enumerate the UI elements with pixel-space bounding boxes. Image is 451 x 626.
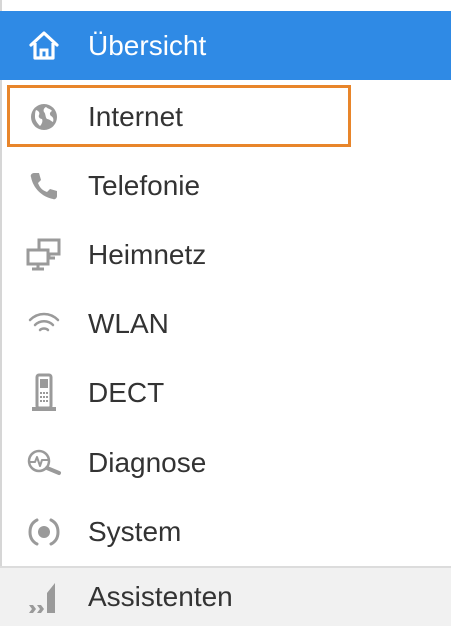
nav-item-label: Heimnetz bbox=[88, 238, 207, 270]
nav-item-heimnetz[interactable]: Heimnetz bbox=[0, 220, 451, 289]
nav-item-wlan[interactable]: WLAN bbox=[0, 289, 451, 358]
nav-item-telefonie[interactable]: Telefonie bbox=[0, 151, 451, 220]
nav-item-internet[interactable]: Internet bbox=[0, 82, 451, 151]
assistant-icon bbox=[24, 577, 64, 617]
network-icon bbox=[24, 235, 64, 275]
nav-item-label: Übersicht bbox=[88, 29, 207, 61]
globe-icon bbox=[24, 97, 64, 137]
nav-item-label: DECT bbox=[88, 376, 165, 408]
nav-item-uebersicht[interactable]: Übersicht bbox=[0, 11, 451, 80]
nav-item-label: Telefonie bbox=[88, 169, 201, 201]
home-icon bbox=[24, 26, 64, 66]
nav-item-label: Internet bbox=[88, 100, 183, 132]
nav-item-label: Diagnose bbox=[88, 446, 207, 478]
nav-item-label: Assistenten bbox=[88, 581, 233, 612]
nav-item-dect[interactable]: DECT bbox=[0, 358, 451, 427]
wifi-icon bbox=[24, 304, 64, 344]
nav-item-system[interactable]: System bbox=[0, 497, 451, 566]
main-navigation: Übersicht Internet Telefonie Heimnetz WL… bbox=[0, 0, 451, 626]
phone-icon bbox=[24, 166, 64, 206]
nav-item-assistenten[interactable]: Assistenten bbox=[0, 566, 451, 626]
nav-item-label: System bbox=[88, 515, 182, 547]
system-icon bbox=[24, 512, 64, 552]
diagnose-icon bbox=[24, 443, 64, 483]
dect-phone-icon bbox=[24, 373, 64, 413]
nav-item-diagnose[interactable]: Diagnose bbox=[0, 428, 451, 497]
nav-item-label: WLAN bbox=[88, 307, 169, 339]
